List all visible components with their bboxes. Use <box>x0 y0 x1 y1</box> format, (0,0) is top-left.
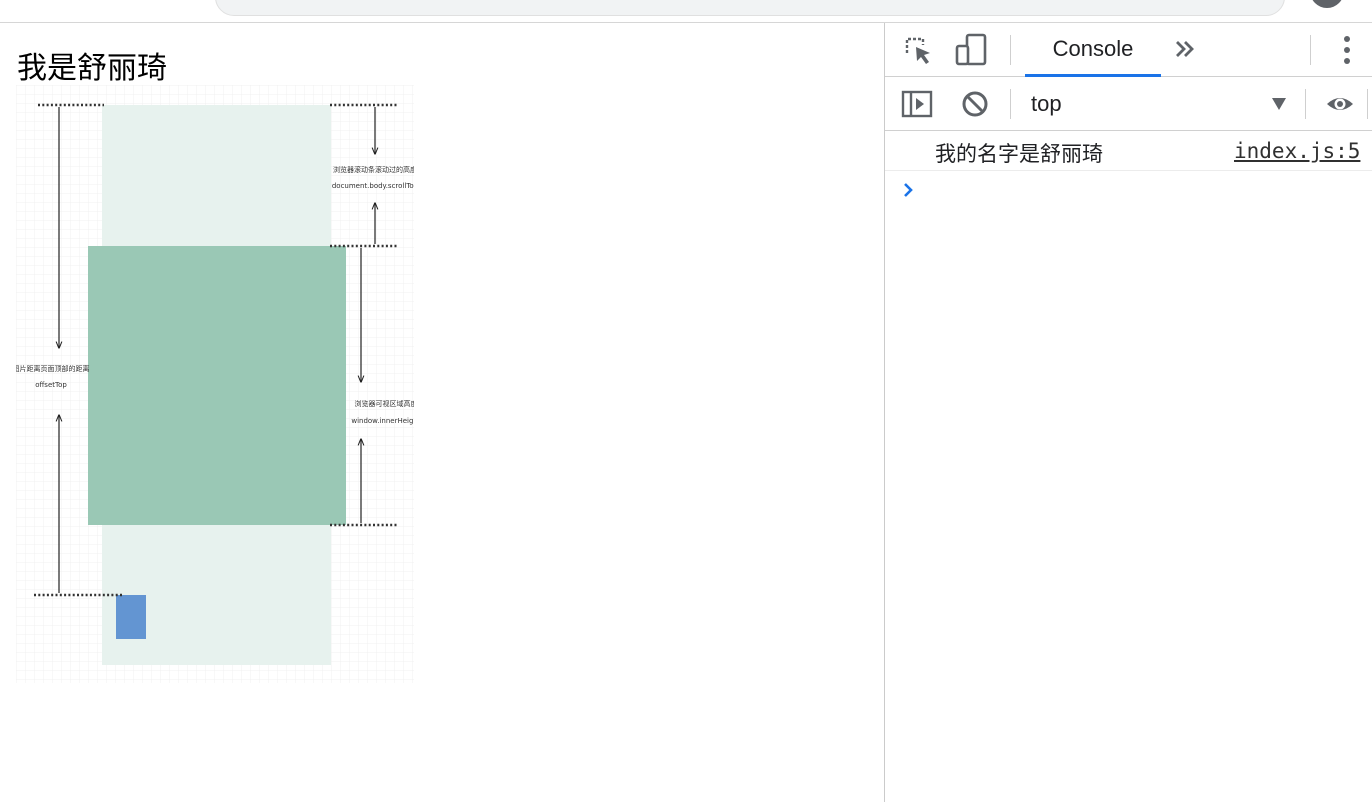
filter-separator <box>1305 89 1306 119</box>
console-filter-bar: top <box>885 77 1372 131</box>
toolbar-separator <box>1010 35 1011 65</box>
devtools-toolbar: Console <box>885 23 1372 77</box>
address-bar[interactable] <box>215 0 1285 16</box>
browser-top-bar <box>0 0 1372 23</box>
filter-separator <box>1367 89 1368 119</box>
toolbar-separator <box>1310 35 1311 65</box>
console-prompt[interactable] <box>885 171 1372 211</box>
console-sidebar-icon[interactable] <box>901 90 933 118</box>
context-value: top <box>1031 91 1062 116</box>
scroll-diagram-image: 图片距离页面顶部的距离 offsetTop 浏览器滚动条滚动过的高度 docum… <box>16 85 414 683</box>
filter-separator <box>1010 89 1011 119</box>
element-picker-icon[interactable] <box>903 35 933 65</box>
scrolltop-label-en: document.body.scrollTop <box>332 182 414 190</box>
chevron-right-icon <box>904 183 913 197</box>
chevron-double-right-icon[interactable] <box>1169 33 1203 65</box>
offsettop-label-cn: 图片距离页面顶部的距离 <box>16 364 90 373</box>
target-image-block <box>116 595 146 639</box>
innerheight-label-cn: 浏览器可视区域高度 <box>355 399 415 408</box>
kebab-menu-icon[interactable] <box>1339 35 1355 65</box>
offsettop-label-en: offsetTop <box>35 381 67 389</box>
profile-avatar[interactable] <box>1310 0 1344 8</box>
console-log-text: 我的名字是舒丽琦 <box>935 142 1103 166</box>
eye-icon[interactable] <box>1325 92 1355 116</box>
page-viewport: 我是舒丽琦 图片距离页面顶部的距离 offsetTop 浏览器滚动条滚动过的高度… <box>0 23 884 802</box>
clear-console-icon[interactable] <box>961 90 989 118</box>
visible-viewport-area <box>88 246 346 525</box>
tab-console[interactable]: Console <box>1025 23 1161 77</box>
console-log-source-link[interactable]: index.js:5 <box>1234 139 1360 163</box>
device-toolbar-icon[interactable] <box>955 33 991 67</box>
scrolltop-label-cn: 浏览器滚动条滚动过的高度 <box>333 165 414 174</box>
tab-console-label: Console <box>1052 36 1134 61</box>
page-heading: 我是舒丽琦 <box>17 51 167 86</box>
devtools-panel: Console top 我的名字是舒丽琦 index.js:5 <box>884 23 1372 802</box>
dropdown-arrow-icon <box>1272 98 1286 110</box>
innerheight-label-en: window.innerHeight <box>351 417 414 425</box>
console-log-entry: 我的名字是舒丽琦 index.js:5 <box>885 131 1372 171</box>
javascript-context-select[interactable]: top <box>1025 87 1293 121</box>
